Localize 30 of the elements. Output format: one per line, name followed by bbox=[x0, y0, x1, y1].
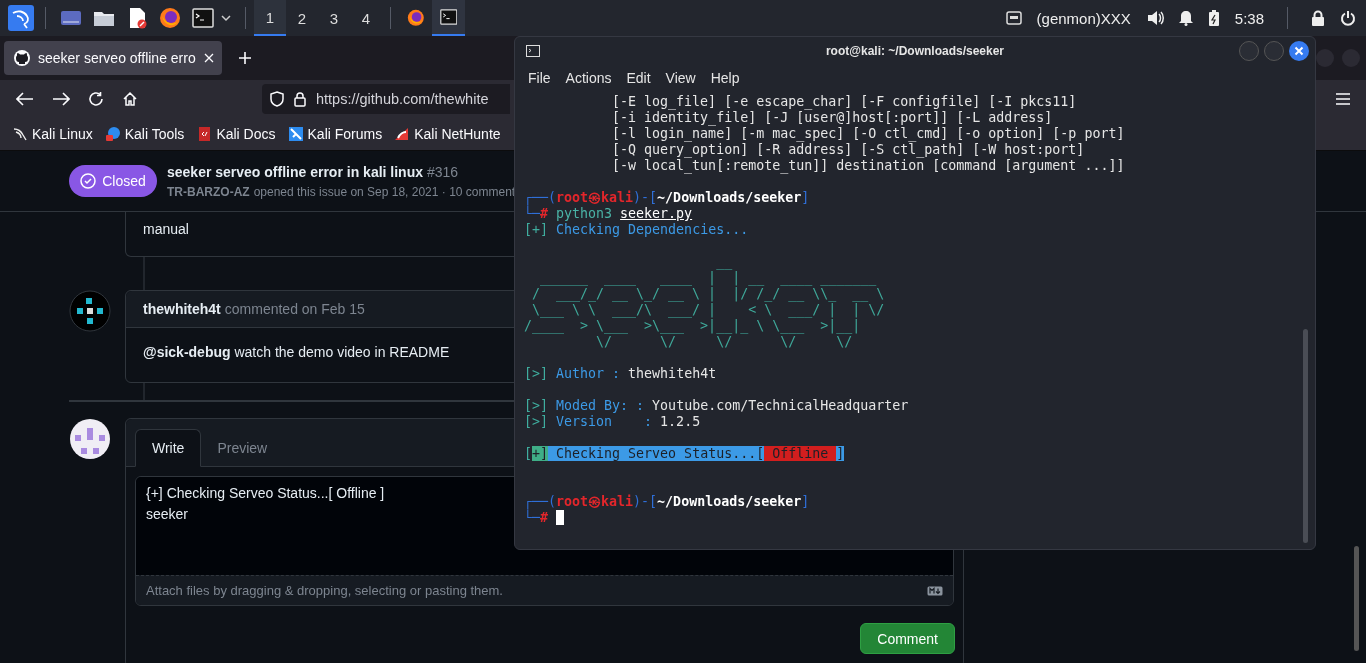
terminal-line: ┌──(root㉿kali)-[~/Downloads/seeker] bbox=[524, 190, 810, 206]
terminal-line: [-E log_file] [-e escape_char] [-F configfile] [-I pkcs11] bbox=[611, 94, 1077, 110]
ascii-art-line: / ___/_/ __ \_/ __ \ | |/ /_/ __ \\_ __ \ bbox=[531, 286, 885, 302]
attach-hint: Attach files by dragging & dropping, selecting or pasting them. bbox=[146, 583, 503, 598]
issue-title: seeker serveo offline error in kali linux bbox=[167, 164, 423, 180]
terminal-line: [-w local_tun[:remote_tun]] destination [command [argument ...]] bbox=[611, 158, 1125, 174]
status-badge: Closed bbox=[69, 165, 157, 197]
window-title: root@kali: ~/Downloads/seeker bbox=[825, 44, 1005, 58]
terminal-line: ┌──(root㉿kali)-[~/Downloads/seeker] bbox=[524, 494, 810, 510]
terminal-line: [>] Author : thewhiteh4t bbox=[524, 366, 717, 382]
comment-text: @sick-debug watch the demo video in README bbox=[143, 344, 450, 360]
ascii-art-line: \/ \/ \/ \/ \/ bbox=[595, 334, 853, 350]
comment-text: manual bbox=[143, 221, 189, 237]
terminal-line: [-l login_name] [-m mac_spec] [-O ctl_cmd] [-o option] [-p port] bbox=[611, 126, 1125, 142]
terminal-line: [>] Version : 1.2.5 bbox=[524, 414, 701, 430]
comment-meta: commented on Feb 15 bbox=[224, 301, 365, 317]
genmon-label: (genmon)XXX bbox=[1036, 9, 1131, 27]
issue-number: #316 bbox=[427, 164, 459, 180]
issue-meta: opened this issue on Sep 18, 2021 · 10 comment bbox=[253, 185, 516, 199]
terminal-line: └─# python3 seeker.py bbox=[524, 206, 693, 222]
terminal-line: [-i identity_file] [-J [user@]host[:port]] [-L address] bbox=[611, 110, 1053, 126]
terminal-line: └─# bbox=[524, 510, 549, 526]
ascii-art-line: __ bbox=[715, 254, 733, 270]
terminal-line: [+] Checking Dependencies... bbox=[524, 222, 749, 238]
ascii-art-line: /____ > \___ >\___ >|__|_ \ \___ >|__| bbox=[524, 318, 861, 334]
ascii-art-line: \___ \ \ ___/\ ___/ | < \ ___/ | | \/ bbox=[531, 302, 885, 318]
terminal-line: [-Q query_option] [-R address] [-S ctl_path] [-W host:port] bbox=[611, 142, 1085, 158]
clock: 5:38 bbox=[1234, 9, 1264, 27]
terminal-line: [>] Moded By: : Youtube.com/TechnicalHeadquarter bbox=[524, 398, 909, 414]
ascii-art-line: ______ ____ ____ | | __ ____ _______ bbox=[539, 270, 877, 286]
